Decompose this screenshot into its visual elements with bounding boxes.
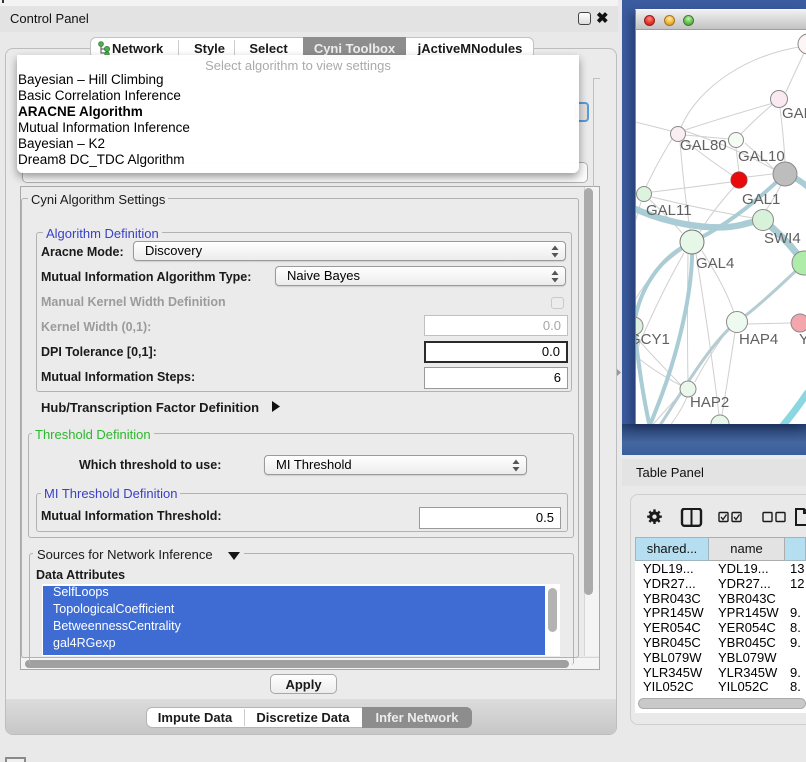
svg-text:GAL2: GAL2 xyxy=(782,105,806,122)
svg-text:GAL4: GAL4 xyxy=(696,255,734,272)
svg-text:GAL80: GAL80 xyxy=(680,137,727,154)
svg-text:GAL11: GAL11 xyxy=(646,202,692,219)
svg-text:HAP4: HAP4 xyxy=(739,331,778,348)
svg-text:HAP2: HAP2 xyxy=(690,394,729,411)
svg-text:YJ: YJ xyxy=(799,331,806,348)
svg-text:GAL10: GAL10 xyxy=(738,148,785,165)
svg-text:GCY1: GCY1 xyxy=(636,331,670,348)
svg-text:GAL1: GAL1 xyxy=(742,191,780,208)
svg-text:SWI4: SWI4 xyxy=(764,230,801,247)
